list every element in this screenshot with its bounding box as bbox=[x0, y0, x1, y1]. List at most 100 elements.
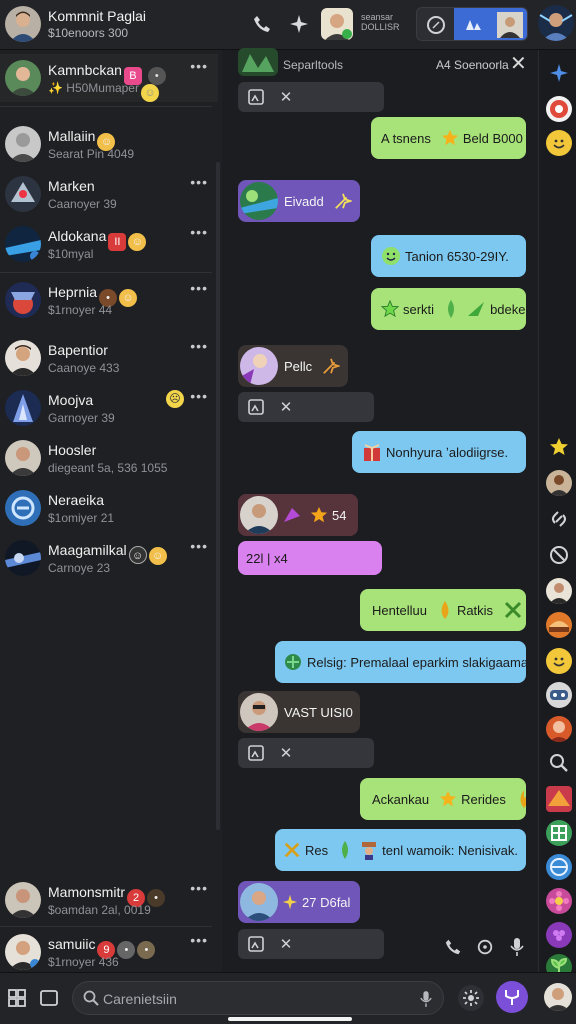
message-bubble[interactable]: Tanion 6530-29IY. bbox=[371, 235, 526, 277]
grid-view-icon[interactable] bbox=[6, 987, 28, 1009]
grid-icon[interactable] bbox=[546, 820, 572, 846]
conversation-item[interactable]: Heprnia • ☺ $1rnoyer 44 ••• bbox=[0, 276, 218, 324]
add-action-button[interactable] bbox=[496, 981, 528, 1013]
message-bubble[interactable]: 54 bbox=[238, 494, 358, 536]
plant-icon bbox=[283, 652, 303, 672]
block-icon[interactable] bbox=[546, 542, 572, 568]
cross-icon bbox=[503, 600, 523, 620]
message-bubble[interactable]: Hentelluu Ratkis bbox=[360, 589, 526, 631]
conversation-item[interactable]: Moojva Garnoyer 39 ••• ☹ bbox=[0, 384, 218, 432]
message-preview: $1rnoyer 44 bbox=[48, 303, 113, 317]
call-icon[interactable] bbox=[440, 934, 466, 960]
conversation-item[interactable]: samuiic 9 • • $1rnoyer 436 ••• bbox=[0, 928, 218, 976]
message-actions: ✕ bbox=[238, 82, 384, 112]
star-icon bbox=[439, 790, 457, 808]
conversation-item[interactable]: Mallaiin ☺ Searat Pin 4049 bbox=[0, 120, 218, 168]
message-bubble[interactable]: Eivadd bbox=[238, 180, 360, 222]
smile-icon: ☺ bbox=[148, 547, 167, 565]
conversation-item[interactable]: Aldokana II ☺ $10myal ••• bbox=[0, 220, 218, 268]
more-icon[interactable]: ••• bbox=[190, 880, 208, 896]
search-input[interactable] bbox=[103, 989, 403, 1009]
dismiss-icon[interactable]: ✕ bbox=[278, 936, 294, 953]
search-bar[interactable] bbox=[72, 981, 444, 1015]
compass-icon[interactable] bbox=[417, 8, 454, 40]
conversation-item[interactable]: Marken Caanoyer 39 ••• bbox=[0, 170, 218, 218]
settings-icon[interactable] bbox=[458, 985, 484, 1011]
home-indicator[interactable] bbox=[228, 1017, 352, 1021]
conversation-item[interactable]: Hoosler diegeant 5a, 536 1055 bbox=[0, 434, 218, 482]
game-icon[interactable] bbox=[546, 682, 572, 708]
smile-icon[interactable] bbox=[546, 130, 572, 156]
image-icon[interactable] bbox=[248, 936, 264, 952]
weather-icon[interactable] bbox=[454, 8, 491, 40]
message-actions: ✕ bbox=[238, 929, 384, 959]
avatar bbox=[5, 882, 41, 918]
smile-icon[interactable] bbox=[546, 648, 572, 674]
more-icon[interactable]: ••• bbox=[190, 174, 208, 190]
more-icon[interactable]: ••• bbox=[190, 932, 208, 948]
user-avatar[interactable] bbox=[544, 983, 572, 1011]
right-rail bbox=[538, 50, 576, 980]
list-scrollbar[interactable] bbox=[216, 162, 220, 830]
dismiss-icon[interactable]: ✕ bbox=[278, 89, 294, 106]
message-bubble[interactable]: Res tenl wamoik: Nenisivak. bbox=[275, 829, 526, 871]
conversation-item[interactable]: Maagamilkal ☺ ☺ Carnoye 23 ••• bbox=[0, 534, 218, 582]
conversation-item[interactable]: Mamonsmitr 2 • $oamdan 2al, 0019 ••• bbox=[0, 876, 218, 924]
contact-avatar-icon[interactable] bbox=[491, 8, 527, 40]
call-icon[interactable] bbox=[249, 11, 275, 37]
dismiss-icon[interactable]: ✕ bbox=[278, 399, 294, 416]
message-bubble[interactable]: Ackankau Rerides bbox=[360, 778, 526, 820]
avatar[interactable] bbox=[546, 470, 572, 496]
more-icon[interactable]: ••• bbox=[190, 280, 208, 296]
badge-icon[interactable] bbox=[546, 96, 572, 122]
sparkle-icon[interactable] bbox=[286, 11, 312, 37]
microphone-icon[interactable] bbox=[419, 989, 433, 1014]
avatar[interactable] bbox=[546, 578, 572, 604]
refresh-icon[interactable] bbox=[472, 934, 498, 960]
flower-icon[interactable] bbox=[546, 888, 572, 914]
message-bubble[interactable]: 22l | x4 bbox=[238, 541, 382, 575]
sparkle-icon[interactable] bbox=[546, 60, 572, 86]
more-icon[interactable]: ••• bbox=[190, 58, 208, 74]
message-preview: diegeant 5a, 536 1055 bbox=[48, 461, 168, 475]
food-icon[interactable] bbox=[546, 612, 572, 638]
conversation-item[interactable]: Kamnbckan B • ✨ H50Mumaper ☺ ••• bbox=[0, 54, 218, 102]
link-icon[interactable] bbox=[546, 506, 572, 532]
conversation-item[interactable]: Neraeika $1omiyer 21 bbox=[0, 484, 218, 532]
message-bubble[interactable]: Pellc bbox=[238, 345, 348, 387]
message-bubble[interactable]: Relsig: Premalaal eparkim slakigaama bbox=[275, 641, 526, 683]
message-bubble[interactable]: serkti bdeke bbox=[371, 288, 526, 330]
conversation-item[interactable]: Bapentior Caanoye 433 ••• bbox=[0, 334, 218, 382]
microphone-icon[interactable] bbox=[504, 934, 530, 960]
star-icon[interactable] bbox=[546, 434, 572, 460]
message-bubble[interactable]: 27 D6fal bbox=[238, 881, 360, 923]
sticker-icon[interactable] bbox=[546, 786, 572, 812]
close-icon[interactable]: ✕ bbox=[510, 54, 527, 74]
message-preview: $10myal bbox=[48, 247, 94, 261]
avatar bbox=[5, 226, 41, 262]
view-switcher[interactable] bbox=[416, 7, 528, 41]
avatar[interactable] bbox=[546, 716, 572, 742]
profile-avatar[interactable] bbox=[5, 6, 41, 42]
right-profile-avatar[interactable] bbox=[538, 5, 574, 41]
more-icon[interactable]: ••• bbox=[190, 388, 208, 404]
message-bubble[interactable]: Nonhyura ʼalodiigrse. bbox=[352, 431, 526, 473]
window-icon[interactable] bbox=[38, 987, 60, 1009]
more-icon[interactable]: ••• bbox=[190, 338, 208, 354]
message-bubble[interactable]: VAST UISI0 bbox=[238, 691, 360, 733]
grape-icon[interactable] bbox=[546, 922, 572, 948]
sparkle-icon bbox=[334, 192, 352, 210]
group-thumbnail[interactable] bbox=[321, 8, 353, 40]
image-icon[interactable] bbox=[248, 745, 264, 761]
more-icon[interactable]: ••• bbox=[190, 224, 208, 240]
avatar bbox=[5, 440, 41, 476]
search-icon[interactable] bbox=[546, 750, 572, 776]
message-preview: $1rnoyer 436 bbox=[48, 955, 119, 969]
image-icon[interactable] bbox=[248, 399, 264, 415]
figure-icon bbox=[360, 840, 378, 860]
image-icon[interactable] bbox=[248, 89, 264, 105]
globe-icon[interactable] bbox=[546, 854, 572, 880]
more-icon[interactable]: ••• bbox=[190, 538, 208, 554]
message-bubble[interactable]: A tsnens Beld B000 bbox=[371, 117, 526, 159]
dismiss-icon[interactable]: ✕ bbox=[278, 745, 294, 762]
